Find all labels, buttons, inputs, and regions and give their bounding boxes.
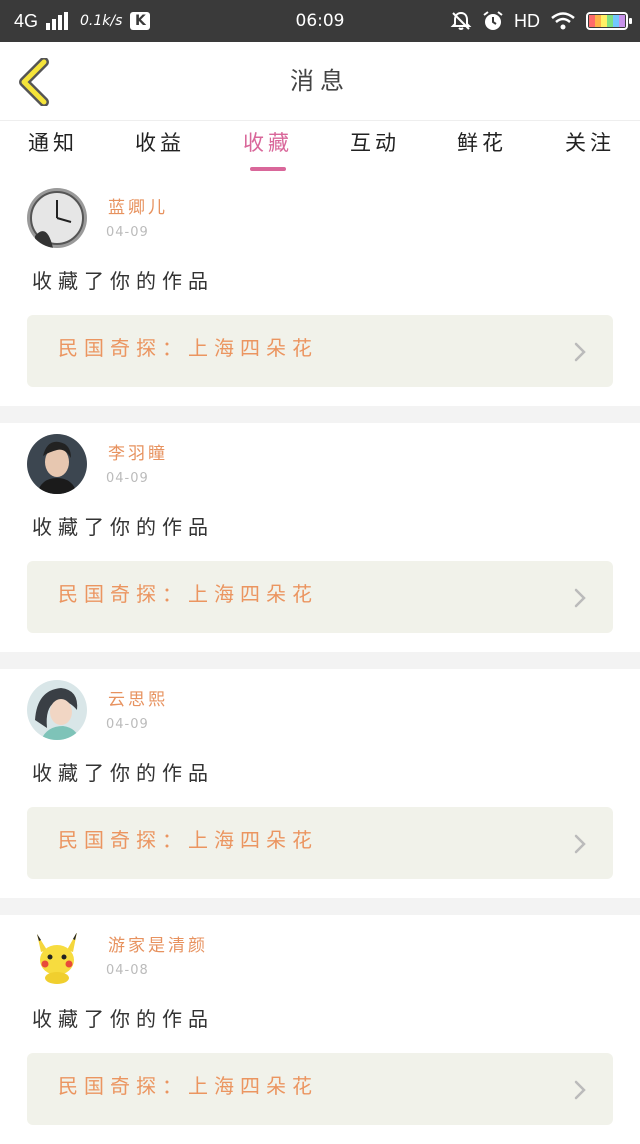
- tab-earnings[interactable]: 收益: [115, 121, 205, 177]
- tab-following[interactable]: 关注: [545, 121, 635, 177]
- hd-indicator: HD: [514, 10, 540, 31]
- chevron-right-icon: [574, 834, 586, 854]
- page-title: 消息: [290, 67, 350, 95]
- status-bar: 4G 0.1k/s K 06:09 HD: [0, 0, 640, 42]
- message-text: 收藏了你的作品: [32, 515, 214, 539]
- message-item: 云思熙 04-09 收藏了你的作品 民国奇探：上海四朵花: [0, 669, 640, 898]
- work-title: 民国奇探：上海四朵花: [58, 582, 318, 606]
- man-portrait-avatar[interactable]: [27, 434, 87, 494]
- tab-flowers[interactable]: 鲜花: [437, 121, 527, 177]
- bell-off-icon: [450, 11, 472, 30]
- work-link[interactable]: 民国奇探：上海四朵花: [27, 315, 613, 387]
- status-right: HD: [450, 0, 632, 42]
- work-link[interactable]: 民国奇探：上海四朵花: [27, 561, 613, 633]
- message-text: 收藏了你的作品: [32, 1007, 214, 1031]
- message-date: 04-09: [106, 471, 149, 486]
- tab-interactions[interactable]: 互动: [330, 121, 420, 177]
- username[interactable]: 李羽瞳: [108, 439, 168, 464]
- divider: [0, 652, 640, 669]
- message-text: 收藏了你的作品: [32, 269, 214, 293]
- chevron-right-icon: [574, 1080, 586, 1100]
- message-date: 04-09: [106, 717, 149, 732]
- username[interactable]: 云思熙: [108, 685, 168, 710]
- battery-icon: [586, 12, 632, 30]
- chevron-right-icon: [574, 342, 586, 362]
- wifi-icon: [551, 12, 575, 30]
- divider: [0, 898, 640, 915]
- clock-avatar[interactable]: [27, 188, 87, 248]
- work-title: 民国奇探：上海四朵花: [58, 828, 318, 852]
- alarm-icon: [483, 11, 503, 30]
- work-title: 民国奇探：上海四朵花: [58, 1074, 318, 1098]
- message-list: 蓝卿儿 04-09 收藏了你的作品 民国奇探：上海四朵花 李羽瞳 04-09 收…: [0, 177, 640, 1144]
- username[interactable]: 蓝卿儿: [108, 193, 168, 218]
- tab-bar: 通知 收益 收藏 互动 鲜花 关注: [0, 121, 640, 177]
- work-title: 民国奇探：上海四朵花: [58, 336, 318, 360]
- chevron-right-icon: [574, 588, 586, 608]
- divider: [0, 406, 640, 423]
- work-link[interactable]: 民国奇探：上海四朵花: [27, 807, 613, 879]
- header: 消息: [0, 42, 640, 121]
- girl-portrait-avatar[interactable]: [27, 680, 87, 740]
- message-date: 04-08: [106, 963, 149, 978]
- work-link[interactable]: 民国奇探：上海四朵花: [27, 1053, 613, 1125]
- tab-notifications[interactable]: 通知: [8, 121, 98, 177]
- message-item: 李羽瞳 04-09 收藏了你的作品 民国奇探：上海四朵花: [0, 423, 640, 652]
- message-date: 04-09: [106, 225, 149, 240]
- active-tab-indicator: [250, 167, 286, 171]
- pikachu-avatar[interactable]: [27, 926, 87, 986]
- message-item: 蓝卿儿 04-09 收藏了你的作品 民国奇探：上海四朵花: [0, 177, 640, 406]
- message-item: 游家是清颜 04-08 收藏了你的作品 民国奇探：上海四朵花: [0, 915, 640, 1144]
- username[interactable]: 游家是清颜: [108, 931, 208, 956]
- message-text: 收藏了你的作品: [32, 761, 214, 785]
